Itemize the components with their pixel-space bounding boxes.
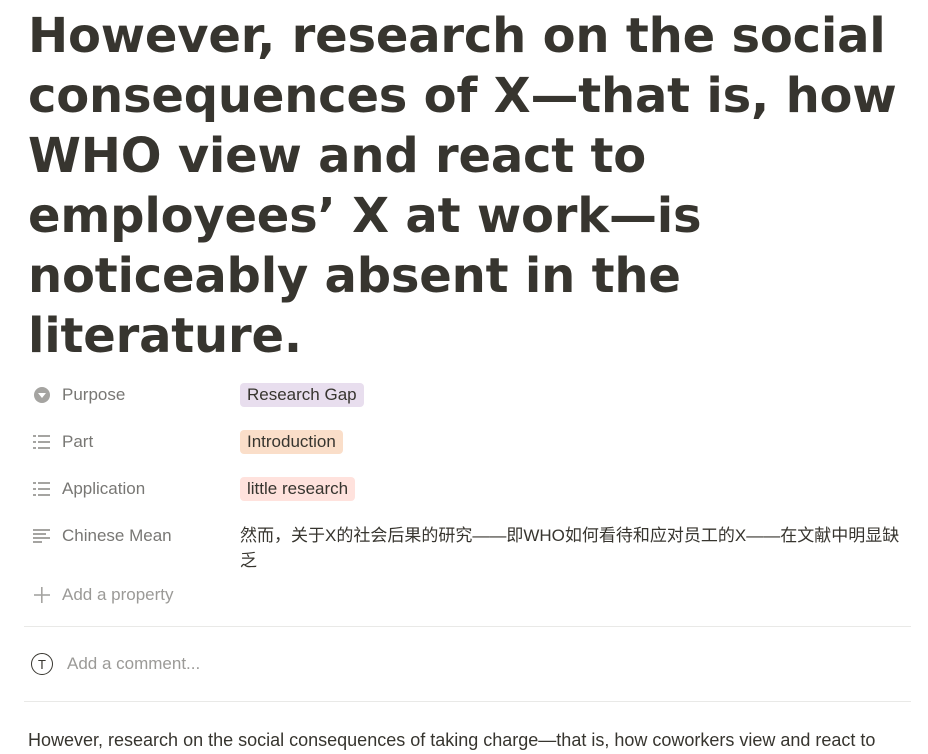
property-label: Chinese Mean — [62, 526, 172, 545]
property-name-part[interactable]: Part — [28, 429, 240, 455]
property-row-purpose[interactable]: Purpose Research Gap — [28, 382, 910, 416]
divider — [24, 701, 911, 702]
multi-select-tag: little research — [240, 477, 356, 501]
property-value-application[interactable]: little research — [240, 476, 910, 501]
add-property-label: Add a property — [62, 585, 174, 604]
add-property-button[interactable]: Add a property — [28, 580, 910, 610]
property-label: Purpose — [62, 385, 126, 404]
property-label: Application — [62, 479, 146, 498]
property-label: Part — [62, 432, 94, 451]
property-name-purpose[interactable]: Purpose — [28, 382, 240, 408]
select-tag: Research Gap — [240, 383, 364, 407]
properties-panel: Purpose Research Gap Part Introduction A… — [28, 382, 910, 573]
property-value-purpose[interactable]: Research Gap — [240, 382, 910, 407]
property-row-part[interactable]: Part Introduction — [28, 429, 910, 463]
circle-chevron-down-icon — [32, 385, 52, 405]
page-title[interactable]: However, research on the social conseque… — [28, 0, 913, 366]
list-icon — [32, 479, 52, 499]
list-icon — [32, 432, 52, 452]
avatar: T — [31, 653, 53, 675]
property-name-application[interactable]: Application — [28, 476, 240, 502]
property-row-chinese-mean[interactable]: Chinese Mean 然而，关于X的社会后果的研究——即WHO如何看待和应对… — [28, 523, 910, 573]
property-value-part[interactable]: Introduction — [240, 429, 910, 454]
plus-icon — [32, 585, 52, 605]
property-value-chinese-mean[interactable]: 然而，关于X的社会后果的研究——即WHO如何看待和应对员工的X——在文献中明显缺… — [240, 523, 910, 573]
comment-input[interactable]: T Add a comment... — [28, 627, 910, 701]
property-name-chinese-mean[interactable]: Chinese Mean — [28, 523, 240, 549]
multi-select-tag: Introduction — [240, 430, 343, 454]
text-lines-icon — [32, 526, 52, 546]
page-body-text[interactable]: However, research on the social conseque… — [28, 726, 908, 754]
comment-placeholder: Add a comment... — [67, 654, 201, 673]
page: However, research on the social conseque… — [0, 0, 928, 754]
property-row-application[interactable]: Application little research — [28, 476, 910, 510]
